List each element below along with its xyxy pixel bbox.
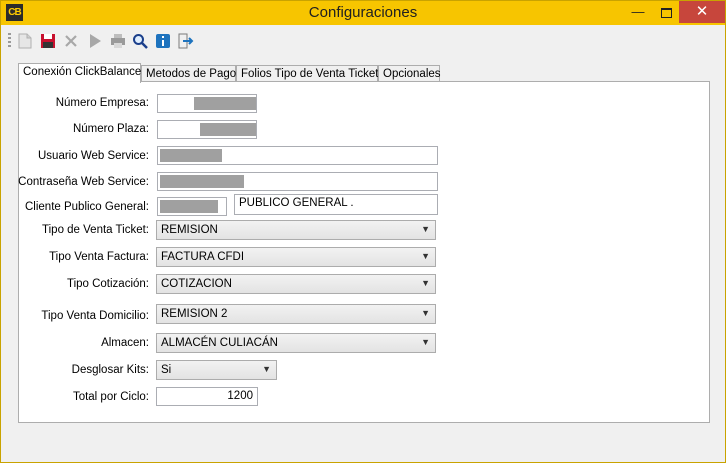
tipo-cotizacion-label: Tipo Cotización: — [66, 278, 149, 290]
cliente-publico-code-field[interactable] — [157, 197, 227, 216]
contrasena-ws-label: Contraseña Web Service: — [18, 176, 149, 188]
chevron-down-icon: ▼ — [262, 364, 271, 374]
tipo-venta-ticket-label: Tipo de Venta Ticket: — [42, 224, 149, 236]
almacen-label: Almacen: — [101, 337, 149, 349]
toolbar-grip[interactable] — [8, 33, 11, 49]
numero-empresa-label: Número Empresa: — [55, 97, 149, 109]
tipo-venta-factura-select[interactable]: FACTURA CFDI ▼ — [156, 247, 436, 267]
cliente-publico-name-field: PUBLICO GENERAL . — [234, 194, 438, 215]
minimize-button[interactable]: — — [624, 1, 652, 23]
chevron-down-icon: ▼ — [421, 224, 430, 234]
exit-icon[interactable] — [176, 31, 196, 51]
run-icon[interactable] — [85, 31, 105, 51]
close-button[interactable]: ✕ — [679, 1, 725, 23]
tab-conexion-clickbalance[interactable]: Conexión ClickBalance — [18, 63, 141, 83]
redacted-value — [160, 149, 222, 162]
usuario-ws-label: Usuario Web Service: — [38, 150, 149, 162]
desglosar-kits-value: Si — [161, 364, 172, 376]
tipo-cotizacion-value: COTIZACION — [161, 278, 232, 290]
usuario-ws-field[interactable] — [157, 146, 438, 165]
tipo-cotizacion-select[interactable]: COTIZACION ▼ — [156, 274, 436, 294]
cliente-publico-label: Cliente Publico General: — [24, 201, 149, 213]
configuraciones-window: CB Configuraciones — ✕ Conexión ClickBal… — [0, 0, 726, 463]
contrasena-ws-field[interactable] — [157, 172, 438, 191]
tipo-venta-factura-value: FACTURA CFDI — [161, 251, 245, 263]
tipo-venta-factura-label: Tipo Venta Factura: — [49, 251, 149, 263]
tab-folios-tipo-de-venta-ticket[interactable]: Folios Tipo de Venta Ticket — [236, 65, 378, 82]
almacen-select[interactable]: ALMACÉN CULIACÁN ▼ — [156, 333, 436, 353]
chevron-down-icon: ▼ — [421, 251, 430, 261]
redacted-value — [200, 123, 256, 136]
redacted-value — [160, 175, 244, 188]
maximize-button[interactable] — [652, 1, 680, 23]
cliente-publico-name: PUBLICO GENERAL . — [239, 197, 354, 209]
tipo-venta-ticket-value: REMISION — [161, 224, 218, 236]
total-por-ciclo-field[interactable]: 1200 — [156, 387, 258, 406]
desglosar-kits-label: Desglosar Kits: — [71, 364, 149, 376]
save-icon[interactable] — [38, 31, 58, 51]
window-title: Configuraciones — [308, 4, 418, 21]
tab-metodos-de-pago[interactable]: Metodos de Pago — [141, 65, 236, 82]
total-por-ciclo-label: Total por Ciclo: — [72, 391, 149, 403]
tab-opcionales[interactable]: Opcionales — [378, 65, 441, 82]
delete-icon[interactable] — [61, 31, 81, 51]
print-icon[interactable] — [108, 31, 128, 51]
numero-plaza-label: Número Plaza: — [72, 123, 149, 135]
tipo-venta-domicilio-value: REMISION 2 — [161, 308, 228, 320]
tipo-venta-domicilio-label: Tipo Venta Domicilio: — [41, 310, 149, 322]
toolbar — [5, 29, 721, 53]
new-document-icon[interactable] — [15, 31, 35, 51]
total-por-ciclo-value: 1200 — [227, 390, 253, 402]
tipo-venta-ticket-select[interactable]: REMISION ▼ — [156, 220, 436, 240]
info-icon[interactable] — [153, 31, 173, 51]
redacted-value — [160, 200, 218, 213]
chevron-down-icon: ▼ — [421, 337, 430, 347]
almacen-value: ALMACÉN CULIACÁN — [161, 337, 278, 349]
chevron-down-icon: ▼ — [421, 308, 430, 318]
tipo-venta-domicilio-select[interactable]: REMISION 2 ▼ — [156, 304, 436, 324]
redacted-value — [194, 97, 256, 110]
title-bar[interactable]: CB Configuraciones — ✕ — [1, 1, 725, 25]
chevron-down-icon: ▼ — [421, 278, 430, 288]
search-icon[interactable] — [130, 31, 150, 51]
numero-plaza-field[interactable] — [157, 120, 257, 139]
numero-empresa-field[interactable] — [157, 94, 257, 113]
desglosar-kits-select[interactable]: Si ▼ — [156, 360, 277, 380]
